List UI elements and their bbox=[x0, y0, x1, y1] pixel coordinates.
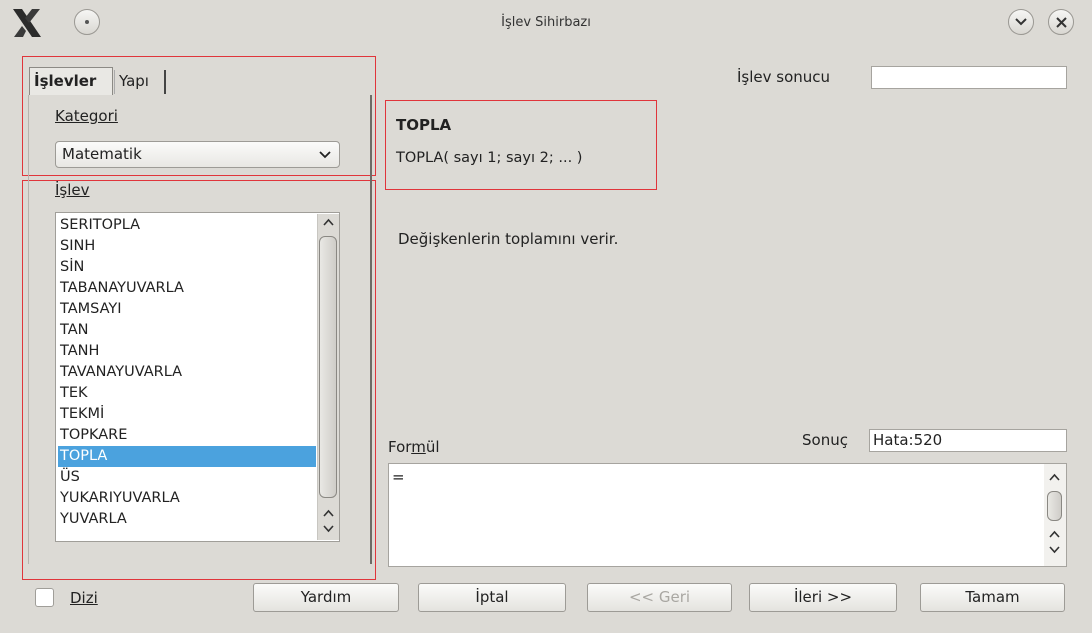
list-item[interactable]: TAN bbox=[58, 320, 316, 341]
function-listbox[interactable]: SERITOPLA SINH SİN TABANAYUVARLA TAMSAYI… bbox=[55, 212, 340, 542]
scroll-up-icon[interactable] bbox=[323, 218, 334, 226]
scroll-up-icon[interactable] bbox=[323, 509, 334, 517]
help-button[interactable]: Yardım bbox=[253, 583, 399, 612]
list-item[interactable]: SERITOPLA bbox=[58, 215, 316, 236]
function-description: Değişkenlerin toplamını verir. bbox=[398, 230, 619, 248]
array-checkbox-label: Dizi bbox=[70, 589, 98, 607]
function-result-label: İşlev sonucu bbox=[737, 68, 831, 86]
back-button[interactable]: << Geri bbox=[587, 583, 732, 612]
list-item[interactable]: TOPKARE bbox=[58, 425, 316, 446]
list-item[interactable]: ÜS bbox=[58, 467, 316, 488]
list-item[interactable]: TANH bbox=[58, 341, 316, 362]
scroll-up-icon[interactable] bbox=[1049, 530, 1060, 538]
formula-scrollbar[interactable] bbox=[1044, 464, 1066, 566]
list-item[interactable]: SİN bbox=[58, 257, 316, 278]
function-name: TOPLA bbox=[396, 116, 452, 134]
chevron-down-icon bbox=[1015, 18, 1027, 26]
array-checkbox[interactable] bbox=[35, 588, 54, 607]
close-button[interactable] bbox=[1048, 9, 1074, 35]
tab-functions[interactable]: İşlevler bbox=[29, 67, 113, 95]
minimize-button[interactable] bbox=[1008, 9, 1034, 35]
cancel-button[interactable]: İptal bbox=[418, 583, 566, 612]
formula-text[interactable]: = bbox=[392, 467, 405, 487]
list-item[interactable]: TABANAYUVARLA bbox=[58, 278, 316, 299]
function-syntax: TOPLA( sayı 1; sayı 2; ... ) bbox=[396, 150, 583, 166]
function-list-label: İşlev bbox=[55, 181, 90, 199]
list-item[interactable]: TEKMİ bbox=[58, 404, 316, 425]
category-label: Kategori bbox=[55, 107, 118, 125]
category-dropdown[interactable]: Matematik bbox=[55, 141, 340, 168]
scroll-up-icon[interactable] bbox=[1049, 473, 1060, 481]
ok-button[interactable]: Tamam bbox=[920, 583, 1065, 612]
function-result-field[interactable] bbox=[871, 66, 1067, 89]
close-icon bbox=[1055, 16, 1067, 28]
scroll-down-icon[interactable] bbox=[323, 525, 334, 533]
category-value: Matematik bbox=[62, 145, 142, 163]
title-bar: İşlev Sihirbazı bbox=[0, 0, 1092, 46]
list-item[interactable]: TAMSAYI bbox=[58, 299, 316, 320]
function-list-scrollbar[interactable] bbox=[317, 214, 339, 540]
next-button[interactable]: İleri >> bbox=[749, 583, 897, 612]
result-label: Sonuç bbox=[802, 431, 848, 449]
window-title: İşlev Sihirbazı bbox=[501, 15, 591, 30]
tab-structure[interactable]: Yapı bbox=[114, 70, 166, 94]
list-item[interactable]: TEK bbox=[58, 383, 316, 404]
list-item[interactable]: YUKARIYUVARLA bbox=[58, 488, 316, 509]
result-field: Hata:520 bbox=[869, 429, 1067, 452]
highlight-frame-function-info bbox=[385, 100, 657, 190]
list-item[interactable]: YUVARLA bbox=[58, 509, 316, 530]
formula-editor[interactable]: = bbox=[388, 463, 1067, 567]
scroll-thumb[interactable] bbox=[1047, 491, 1062, 521]
list-item[interactable]: SINH bbox=[58, 236, 316, 257]
list-item[interactable]: TAVANAYUVARLA bbox=[58, 362, 316, 383]
formula-label: Formül bbox=[388, 438, 440, 456]
scroll-thumb[interactable] bbox=[319, 236, 337, 498]
chevron-down-icon bbox=[319, 151, 331, 159]
list-item-selected[interactable]: TOPLA bbox=[58, 446, 316, 467]
scroll-down-icon[interactable] bbox=[1049, 546, 1060, 554]
